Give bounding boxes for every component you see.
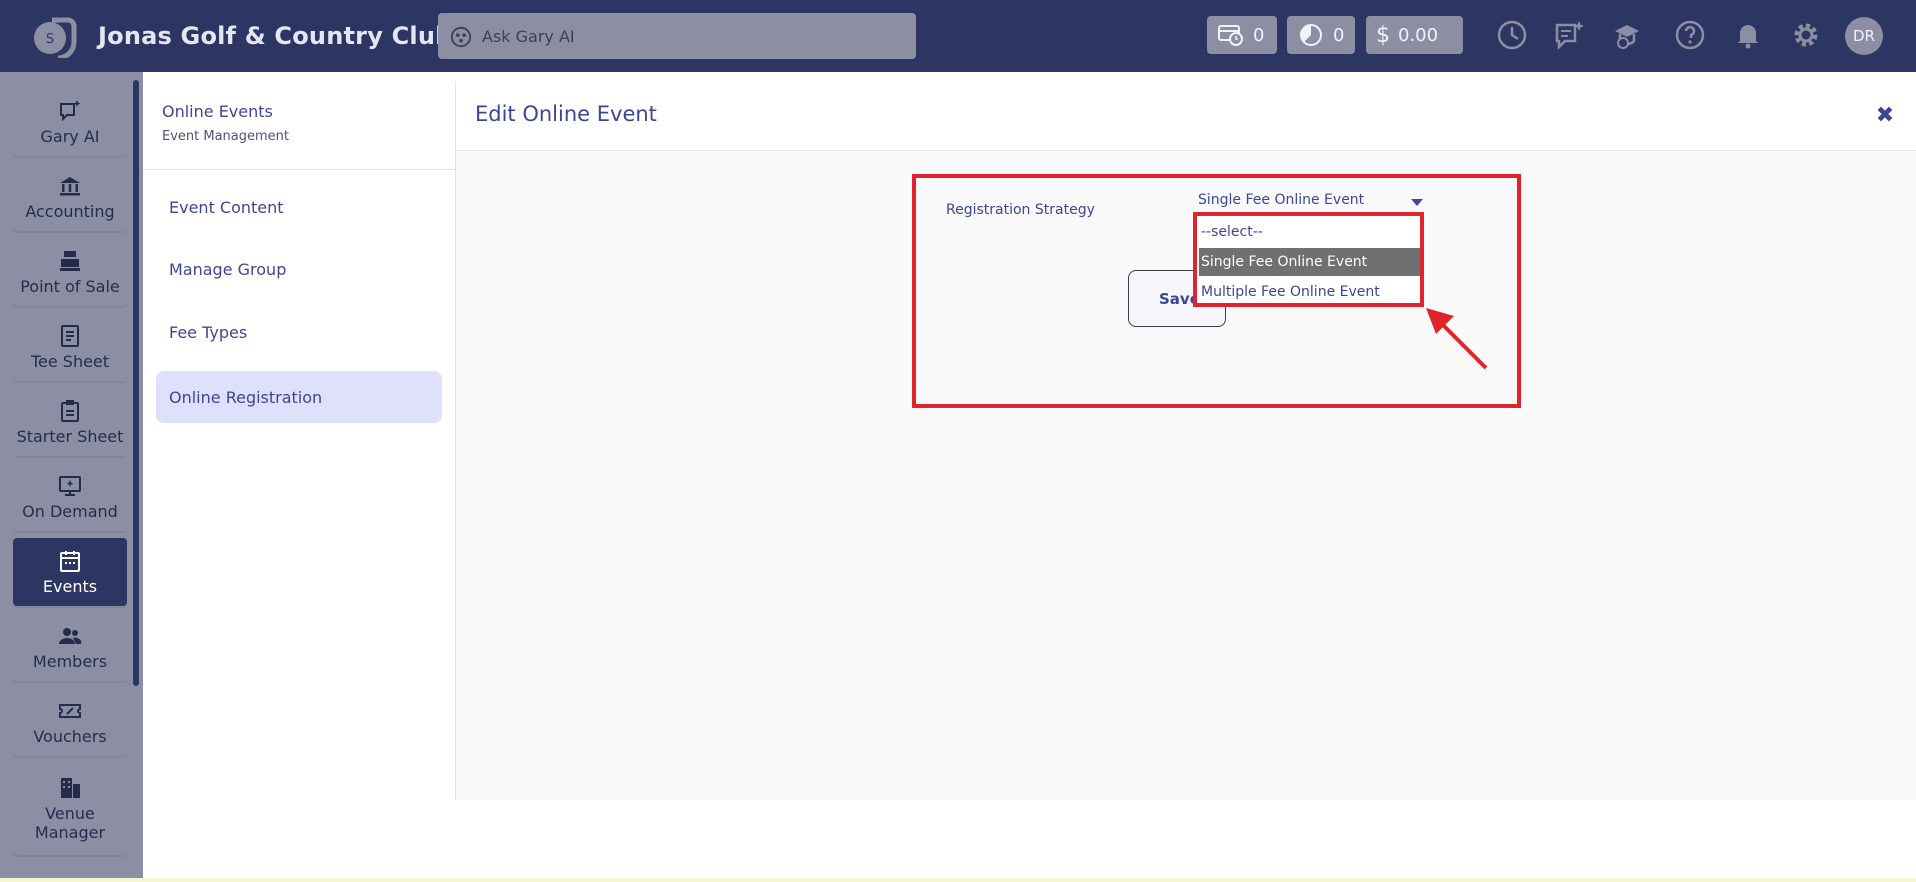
highlight-box-dropdown (1193, 212, 1424, 307)
settings-button[interactable] (1788, 16, 1824, 54)
nav-item-point-of-sale[interactable]: Point of Sale (13, 238, 127, 306)
nav-item-members[interactable]: Members (13, 613, 127, 681)
timer-count: 0 (1333, 24, 1345, 46)
building-icon (61, 778, 80, 798)
balance-counter[interactable]: $ 0.00 (1366, 16, 1463, 54)
balance-value: 0.00 (1398, 24, 1439, 46)
calendar-icon (60, 550, 80, 572)
sub-nav-subtitle: Event Management (162, 129, 290, 144)
sub-nav-panel: Online Events Event Management Event Con… (143, 82, 456, 800)
nav-item-tee-sheet[interactable]: Tee Sheet (13, 313, 127, 381)
history-button[interactable] (1494, 16, 1530, 54)
help-icon (1675, 20, 1705, 50)
learning-button[interactable] (1609, 16, 1645, 54)
help-button[interactable] (1672, 16, 1708, 54)
page-title: Edit Online Event (475, 102, 657, 126)
graduation-cap-icon (1615, 25, 1639, 49)
left-nav: Gary AI Accounting Point of Sale Tee She… (0, 72, 143, 882)
chat-sparkle-icon (60, 99, 81, 121)
document-icon (61, 324, 79, 347)
clipboard-icon (61, 399, 79, 422)
timer-icon (1300, 24, 1322, 46)
timer-counter[interactable]: 0 (1287, 16, 1355, 54)
svg-text:S: S (46, 32, 54, 47)
sub-nav-item-event-content[interactable]: Event Content (156, 181, 442, 233)
notifications-button[interactable] (1730, 16, 1766, 54)
sub-nav-title: Online Events (162, 102, 273, 121)
main-header: Edit Online Event ✖ (456, 82, 1916, 151)
search-box[interactable] (438, 13, 916, 59)
sub-nav-item-online-registration[interactable]: Online Registration (156, 371, 442, 423)
nav-item-events[interactable]: Events (13, 538, 127, 606)
card-clock-icon (1218, 25, 1243, 46)
bell-icon (1738, 25, 1758, 49)
dollar-icon: $ (1376, 22, 1390, 48)
tee-time-counter[interactable]: 0 (1207, 16, 1277, 54)
annotation-arrow-icon (1426, 308, 1488, 370)
tee-time-count: 0 (1253, 24, 1265, 46)
nav-item-gary-ai[interactable]: Gary AI (13, 88, 127, 156)
top-bar: S Jonas Golf & Country Club 0 0 $ 0.00 (0, 0, 1916, 72)
user-avatar[interactable]: DR (1845, 17, 1883, 55)
ticket-icon (59, 703, 81, 718)
search-input[interactable] (482, 13, 902, 59)
nav-item-venue-manager[interactable]: Venue Manager (13, 763, 127, 855)
close-button[interactable]: ✖ (1873, 104, 1897, 128)
people-icon (59, 627, 82, 644)
nav-item-starter-sheet[interactable]: Starter Sheet (13, 388, 127, 456)
divider (143, 169, 456, 170)
bottom-strip (0, 878, 1916, 882)
nav-item-accounting[interactable]: Accounting (13, 163, 127, 231)
note-sparkle-icon (1555, 21, 1584, 51)
notes-button[interactable] (1551, 16, 1587, 54)
bank-icon (60, 176, 80, 195)
gary-ai-icon (450, 26, 472, 48)
clock-icon (1497, 20, 1527, 50)
left-nav-scrollbar[interactable] (133, 80, 139, 686)
sub-nav-item-fee-types[interactable]: Fee Types (156, 306, 442, 358)
register-icon (60, 250, 80, 271)
monitor-icon (59, 475, 81, 496)
nav-item-vouchers[interactable]: Vouchers (13, 688, 127, 756)
club-logo-icon[interactable]: S (28, 14, 80, 58)
nav-item-on-demand[interactable]: On Demand (13, 463, 127, 531)
sub-nav-item-manage-group[interactable]: Manage Group (156, 243, 442, 295)
club-name[interactable]: Jonas Golf & Country Club (98, 22, 453, 50)
gear-icon (1794, 23, 1818, 47)
